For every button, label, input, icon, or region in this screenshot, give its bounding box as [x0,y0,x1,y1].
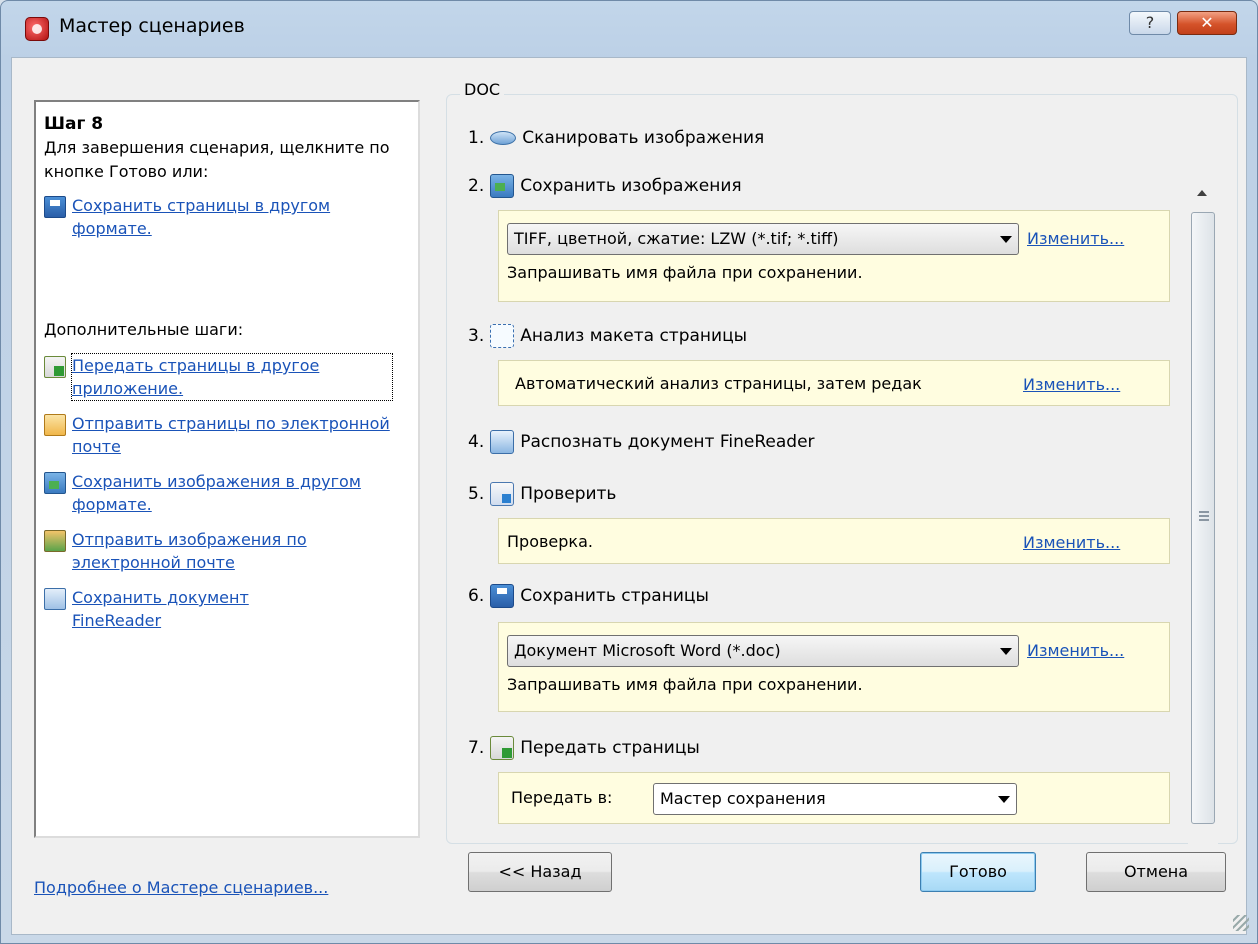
title-bar: Мастер сценариев ? ✕ [1,1,1257,57]
layout-icon [490,324,515,348]
extra-steps-label: Дополнительные шаги: [44,320,244,339]
save-icon [490,584,515,608]
step-recognize: 4. Распознать документ FineReader [468,430,815,454]
image-format-value: TIFF, цветной, сжатие: LZW (*.tif; *.tif… [514,229,839,248]
transfer-options: Передать в: Мастер сохранения [498,772,1170,824]
step-label: Проверить [520,484,617,504]
help-button[interactable]: ? [1129,11,1171,35]
extra-link-label[interactable]: Передать страницы в другое приложение. [71,353,393,401]
recognize-icon [490,430,515,454]
save-pages-options: Документ Microsoft Word (*.doc) Изменить… [498,622,1170,712]
pages-transfer-icon [44,356,66,378]
wizard-window: Мастер сценариев ? ✕ Шаг 8 Для завершени… [0,0,1258,944]
window-title: Мастер сценариев [59,15,245,37]
chevron-down-icon [1000,648,1012,655]
scanner-icon [490,131,517,145]
step-number: 2. [468,176,485,196]
step-number: 1. [468,128,485,148]
pages-mail-icon [44,414,66,436]
finereader-doc-icon [44,588,66,610]
save-pages-other-format-link[interactable]: Сохранить страницы в другом формате. [44,194,392,240]
extra-link-label[interactable]: Сохранить изображения в другом формате. [72,470,392,516]
cancel-button[interactable]: Отмена [1086,852,1226,892]
image-mail-icon [44,530,66,552]
step-number: 7. [468,738,485,758]
transfer-target-select[interactable]: Мастер сохранения [653,783,1017,815]
change-layout-link[interactable]: Изменить... [1023,373,1120,396]
step-number: 6. [468,586,485,606]
scroll-thumb[interactable] [1191,212,1215,824]
extra-link-label[interactable]: Сохранить документ FineReader [72,586,292,632]
verify-options: Проверка. Изменить... [498,518,1170,564]
step-number: 3. [468,326,485,346]
extra-link-label[interactable]: Отправить страницы по электронной почте [72,412,392,458]
step-number: 5. [468,484,485,504]
step-save-images: 2. Сохранить изображения [468,174,742,198]
chevron-down-icon [998,796,1010,803]
layout-description: Автоматический анализ страницы, затем ре… [515,374,922,393]
save-image-icon [490,174,515,198]
chevron-down-icon [1000,236,1012,243]
grip-icon [1199,511,1209,521]
step-label: Передать страницы [520,738,700,758]
extra-link-save-finereader[interactable]: Сохранить документ FineReader [44,586,292,632]
save-image-icon [44,472,66,494]
dialog-client: Шаг 8 Для завершения сценария, щелкните … [11,57,1247,935]
change-document-format-link[interactable]: Изменить... [1027,639,1124,662]
save-pages-other-format-label[interactable]: Сохранить страницы в другом формате. [72,194,392,240]
extra-link-mail-images[interactable]: Отправить изображения по электронной поч… [44,528,392,574]
change-verify-link[interactable]: Изменить... [1023,531,1120,554]
extra-link-mail-pages[interactable]: Отправить страницы по электронной почте [44,412,392,458]
change-image-format-link[interactable]: Изменить... [1027,227,1124,250]
document-format-value: Документ Microsoft Word (*.doc) [514,641,781,660]
save-icon [44,196,66,218]
steps-scrollbar[interactable] [1188,176,1218,876]
pages-transfer-icon [490,736,515,760]
extra-link-save-images[interactable]: Сохранить изображения в другом формате. [44,470,392,516]
back-button[interactable]: << Назад [468,852,612,892]
transfer-target-value: Мастер сохранения [660,789,826,808]
more-about-wizard-link[interactable]: Подробнее о Мастере сценариев... [34,876,328,899]
step-save-pages: 6. Сохранить страницы [468,584,709,608]
close-button[interactable]: ✕ [1177,11,1237,35]
verify-icon [490,482,515,506]
step-scan-images: 1. Сканировать изображения [468,128,764,148]
resize-grip[interactable] [1233,915,1249,931]
step-number: 4. [468,432,485,452]
document-format-select[interactable]: Документ Microsoft Word (*.doc) [507,635,1019,667]
step-label: Сканировать изображения [522,128,765,148]
save-images-ask-text: Запрашивать имя файла при сохранении. [507,263,863,282]
step-label: Сохранить изображения [520,176,742,196]
verify-description: Проверка. [507,532,593,551]
step-transfer-pages: 7. Передать страницы [468,736,700,760]
group-label: DOC [460,80,505,99]
step-label: Сохранить страницы [520,586,709,606]
step-label: Анализ макета страницы [520,326,748,346]
step-layout-analysis: 3. Анализ макета страницы [468,324,747,348]
save-pages-ask-text: Запрашивать имя файла при сохранении. [507,675,863,694]
app-icon [25,17,49,41]
scroll-up-arrow-icon[interactable] [1197,190,1207,196]
layout-options: Автоматический анализ страницы, затем ре… [498,360,1170,406]
step-title: Шаг 8 [44,114,104,134]
step-label: Распознать документ FineReader [520,432,815,452]
save-images-options: TIFF, цветной, сжатие: LZW (*.tif; *.tif… [498,210,1170,302]
finish-button[interactable]: Готово [920,852,1036,892]
step-verify: 5. Проверить [468,482,616,506]
doc-group-box [446,94,1238,844]
step-panel: Шаг 8 Для завершения сценария, щелкните … [34,100,420,838]
extra-link-label[interactable]: Отправить изображения по электронной поч… [72,528,392,574]
image-format-select[interactable]: TIFF, цветной, сжатие: LZW (*.tif; *.tif… [507,223,1019,255]
step-description: Для завершения сценария, щелкните по кно… [44,138,390,181]
extra-link-transfer-pages[interactable]: Передать страницы в другое приложение. [44,353,393,401]
transfer-label: Передать в: [511,788,613,807]
